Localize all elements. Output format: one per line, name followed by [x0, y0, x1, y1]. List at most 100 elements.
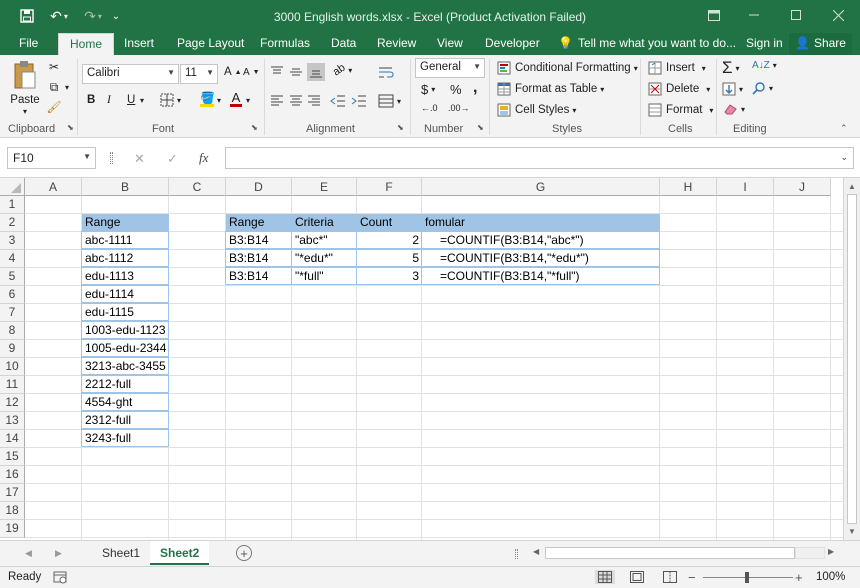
row-header-10[interactable]: 10 [0, 358, 25, 376]
borders-icon[interactable]: ▾ [160, 93, 181, 107]
tab-page-layout[interactable]: Page Layout [177, 36, 244, 50]
scroll-left-icon[interactable]: ◀ [533, 547, 539, 556]
conditional-formatting-button[interactable]: Conditional Formatting ▾ [496, 60, 638, 76]
maximize-icon[interactable] [782, 5, 810, 25]
row-header-1[interactable]: 1 [0, 196, 25, 214]
decrease-indent-icon[interactable] [330, 94, 346, 108]
cell-g4[interactable]: =COUNTIF(B3:B14,"*edu*") [422, 250, 660, 267]
row-header-7[interactable]: 7 [0, 304, 25, 322]
sort-filter-icon[interactable]: A↓Z ▾ [752, 60, 777, 71]
sheet-tab-sheet1[interactable]: Sheet1 [92, 541, 150, 565]
decrease-decimal-icon[interactable]: .00→ [448, 103, 470, 113]
cell-b13[interactable]: 2312-full [82, 412, 169, 429]
number-launcher-icon[interactable]: ⬊ [477, 123, 484, 132]
enter-icon[interactable]: ✓ [167, 151, 178, 167]
cell-f4[interactable]: 5 [357, 250, 422, 267]
cell-b4[interactable]: abc-1112 [82, 250, 169, 267]
cell-b9[interactable]: 1005-edu-2344 [82, 340, 169, 357]
zoom-level[interactable]: 100% [816, 571, 845, 583]
minimize-icon[interactable] [740, 5, 768, 25]
sign-in-link[interactable]: Sign in [746, 36, 783, 50]
autosum-icon[interactable]: Σ ▾ [722, 58, 740, 78]
close-icon[interactable] [824, 5, 852, 25]
cell-e4[interactable]: "*edu*" [292, 250, 357, 267]
row-header-3[interactable]: 3 [0, 232, 25, 250]
find-select-icon[interactable]: ▾ [752, 81, 773, 95]
increase-font-size-icon[interactable]: A ▲ [224, 66, 242, 78]
expand-formula-bar-icon[interactable]: ⌄ [840, 152, 848, 163]
cell-f2[interactable]: Count [357, 214, 422, 231]
row-header-19[interactable]: 19 [0, 520, 25, 538]
italic-button[interactable]: I [107, 94, 111, 106]
tab-home[interactable]: Home [58, 33, 115, 55]
column-header-d[interactable]: D [226, 178, 292, 196]
resize-handle[interactable] [110, 152, 113, 164]
clipboard-launcher-icon[interactable]: ⬊ [67, 123, 74, 132]
row-header-13[interactable]: 13 [0, 412, 25, 430]
cell-e3[interactable]: "abc*" [292, 232, 357, 249]
insert-function-button[interactable]: fx [199, 150, 208, 166]
font-color-dropdown-icon[interactable]: ▾ [246, 96, 250, 105]
tab-file[interactable]: File [19, 36, 38, 50]
percent-button[interactable]: % [450, 82, 462, 97]
row-header-6[interactable]: 6 [0, 286, 25, 304]
number-format-select[interactable]: General ▼ [415, 58, 485, 78]
column-header-e[interactable]: E [292, 178, 357, 196]
tab-view[interactable]: View [437, 36, 463, 50]
horizontal-scroll-track[interactable] [795, 547, 825, 559]
cell-b2[interactable]: Range [82, 214, 169, 231]
column-header-i[interactable]: I [717, 178, 774, 196]
tab-insert[interactable]: Insert [124, 36, 154, 50]
font-launcher-icon[interactable]: ⬊ [251, 123, 258, 132]
zoom-in-button[interactable]: + [795, 570, 803, 585]
cell-b14[interactable]: 3243-full [82, 430, 169, 447]
cell-b8[interactable]: 1003-edu-1123 [82, 322, 169, 339]
fill-color-icon[interactable]: 🪣 [200, 92, 215, 107]
row-header-17[interactable]: 17 [0, 484, 25, 502]
format-as-table-button[interactable]: Format as Table ▾ [496, 81, 604, 97]
cell-d3[interactable]: B3:B14 [226, 232, 292, 249]
scroll-down-icon[interactable]: ▼ [848, 527, 856, 536]
cell-b12[interactable]: 4554-ght [82, 394, 169, 411]
cell-b6[interactable]: edu-1114 [82, 286, 169, 303]
horizontal-scroll-thumb[interactable] [545, 547, 795, 559]
tell-me-box[interactable]: 💡 Tell me what you want to do... [558, 36, 736, 50]
previous-sheet-icon[interactable]: ◀ [25, 548, 32, 559]
collapse-ribbon-icon[interactable]: ⌃ [840, 123, 848, 134]
increase-indent-icon[interactable] [351, 94, 367, 108]
alignment-launcher-icon[interactable]: ⬊ [397, 123, 404, 132]
zoom-slider-thumb[interactable] [745, 572, 749, 583]
copy-icon[interactable]: ⧉ ▾ [46, 79, 69, 95]
tab-developer[interactable]: Developer [485, 36, 540, 50]
column-header-c[interactable]: C [169, 178, 226, 196]
row-header-15[interactable]: 15 [0, 448, 25, 466]
new-sheet-icon[interactable]: + [236, 545, 252, 561]
cell-g2[interactable]: fomular [422, 214, 660, 231]
row-header-12[interactable]: 12 [0, 394, 25, 412]
row-header-4[interactable]: 4 [0, 250, 25, 268]
cell-g3[interactable]: =COUNTIF(B3:B14,"abc*") [422, 232, 660, 249]
fill-icon[interactable]: ▾ [722, 82, 743, 96]
vertical-scroll-thumb[interactable] [847, 194, 857, 524]
comma-button[interactable]: , [473, 79, 477, 97]
format-painter-icon[interactable]: 🖌 [46, 99, 62, 115]
column-header-h[interactable]: H [660, 178, 717, 196]
column-header-a[interactable]: A [25, 178, 82, 196]
wrap-text-icon[interactable] [378, 65, 394, 79]
row-header-18[interactable]: 18 [0, 502, 25, 520]
next-sheet-icon[interactable]: ▶ [55, 548, 62, 559]
align-right-icon[interactable] [307, 94, 321, 108]
formula-input[interactable]: ⌄ [225, 147, 854, 169]
increase-decimal-icon[interactable]: ←.0 [421, 103, 438, 113]
align-middle-icon[interactable] [289, 65, 303, 79]
vertical-scrollbar[interactable]: ▲ ▼ [843, 178, 860, 540]
bold-button[interactable]: B [87, 94, 95, 106]
sheet-tab-sheet2[interactable]: Sheet2 [150, 541, 210, 565]
decrease-font-size-icon[interactable]: A ▼ [243, 67, 260, 78]
cell-g5[interactable]: =COUNTIF(B3:B14,"*full") [422, 268, 660, 285]
cell-b3[interactable]: abc-1111 [82, 232, 169, 249]
tab-data[interactable]: Data [331, 36, 356, 50]
orientation-icon[interactable]: ab ▾ [331, 62, 353, 79]
cell-b11[interactable]: 2212-full [82, 376, 169, 393]
cell-d4[interactable]: B3:B14 [226, 250, 292, 267]
